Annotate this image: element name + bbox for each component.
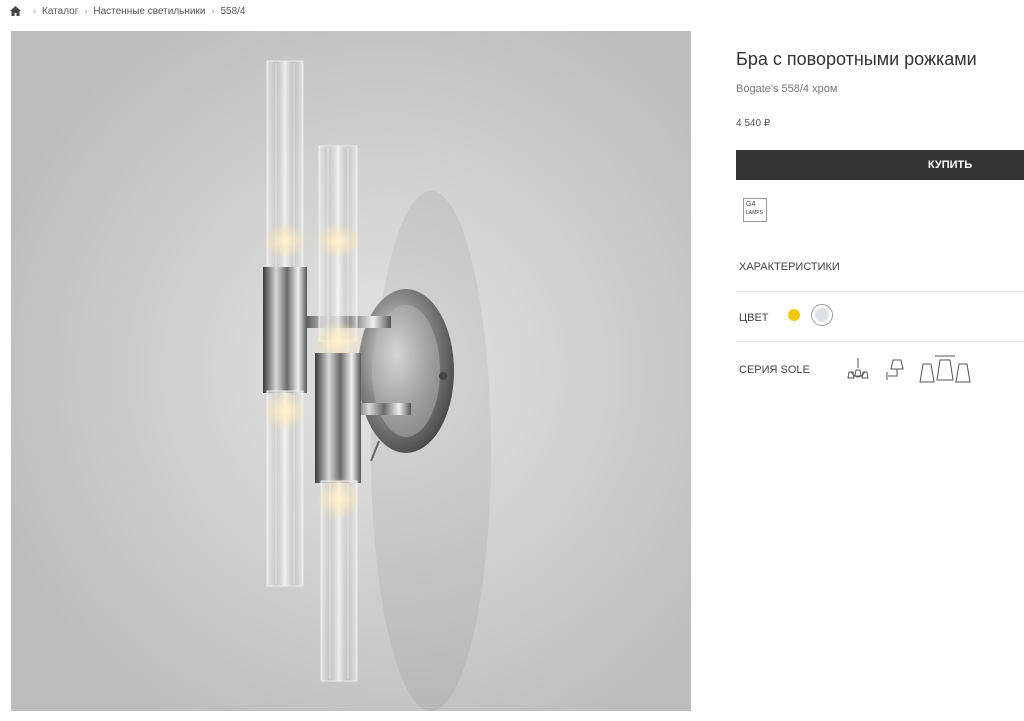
breadcrumb-separator: › [33, 6, 36, 16]
product-title: Бра с поворотными рожками [736, 49, 977, 69]
breadcrumb: › Каталог › Настенные светильники › 558/… [10, 4, 246, 18]
chandelier-icon[interactable] [844, 356, 872, 384]
product-price: 4 540 ₽ [736, 118, 771, 129]
specs-label: ХАРАКТЕРИСТИКИ [739, 261, 840, 273]
product-image[interactable] [11, 31, 691, 711]
color-section: ЦВЕТ [736, 291, 1024, 342]
home-icon[interactable] [10, 6, 21, 16]
ceiling-lamp-icon[interactable] [919, 354, 971, 386]
lamp-type-badge: G4 LAMPS [743, 198, 767, 222]
color-swatch-gold[interactable] [784, 305, 804, 325]
color-swatch-chrome[interactable] [811, 304, 833, 326]
lamp-badge-caption: LAMPS [746, 210, 763, 216]
wall-lamp-icon[interactable] [884, 356, 906, 384]
lamp-badge-type: G4 [746, 201, 756, 208]
product-info: Бра с поворотными рожками Bogate's 558/4… [736, 0, 1024, 721]
breadcrumb-catalog[interactable]: Каталог [42, 6, 78, 17]
breadcrumb-separator: › [84, 6, 88, 16]
series-label: СЕРИЯ SOLE [739, 364, 810, 376]
breadcrumb-current: 558/4 [220, 5, 246, 17]
product-subtitle: Bogate's 558/4 хром [736, 83, 838, 95]
series-section: СЕРИЯ SOLE [736, 341, 1024, 401]
breadcrumb-wall-lights[interactable]: Настенные светильники [93, 6, 205, 17]
buy-button-label: КУПИТЬ [927, 159, 973, 171]
specs-section[interactable]: ХАРАКТЕРИСТИКИ [736, 245, 1024, 292]
color-label: ЦВЕТ [739, 312, 769, 324]
breadcrumb-separator: › [211, 6, 215, 16]
buy-button[interactable]: КУПИТЬ [736, 150, 1024, 180]
